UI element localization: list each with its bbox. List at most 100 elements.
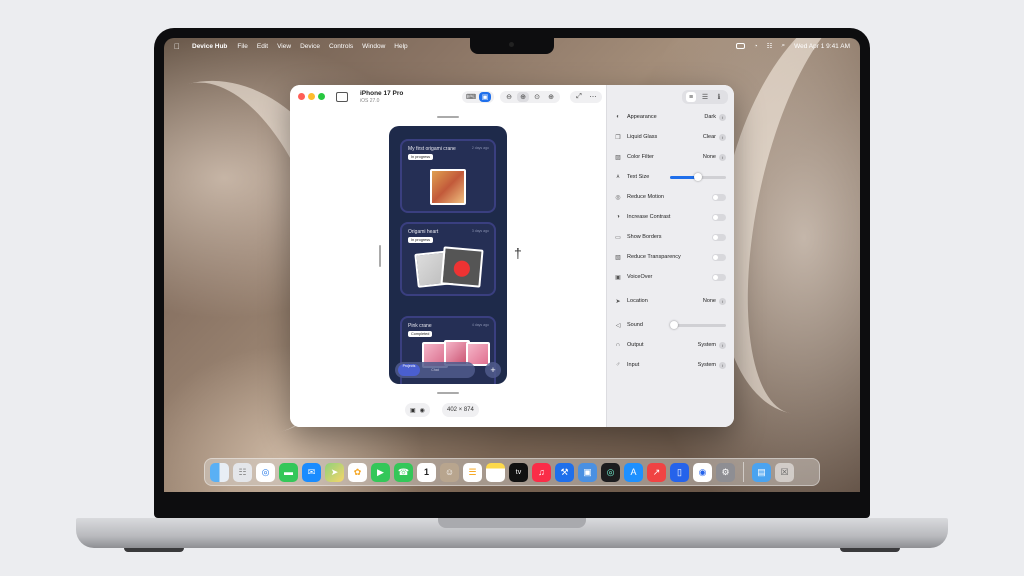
finder-icon[interactable] [210,462,229,482]
setting-input[interactable]: ♂ Input System ↕ [614,359,726,371]
stepper-icon[interactable]: ↕ [719,297,726,305]
trash-icon[interactable]: ☒ [775,462,794,482]
apple-menu-icon[interactable]:  [174,42,180,51]
screenshot-icon[interactable]: ▣ [410,407,416,414]
notes-icon[interactable] [486,462,505,482]
close-window-button[interactable] [298,93,305,100]
collapse-icon[interactable]: ⤢ [573,92,585,102]
menu-help[interactable]: Help [394,43,407,50]
launchpad-icon[interactable]: ☷ [233,462,252,482]
record-icon[interactable]: ◉ [420,407,425,414]
more-options-icon[interactable]: ⋯ [587,92,599,102]
battery-icon[interactable] [735,43,745,49]
stepper-icon[interactable]: ↕ [719,113,726,121]
zoom-actual-icon[interactable]: ⊙ [531,92,543,102]
reality-composer-icon[interactable]: ▯ [670,462,689,482]
laptop-foot [124,548,184,552]
menu-view[interactable]: View [277,43,291,50]
music-icon[interactable]: ♫ [532,462,551,482]
increase-contrast-toggle[interactable] [712,213,726,221]
project-date: 3 days ago [471,229,489,233]
menu-file[interactable]: File [237,43,247,50]
info-icon[interactable]: ℹ [714,92,724,102]
project-card[interactable]: My first origami crane 2 days ago In pro… [400,139,496,213]
setting-text-size[interactable]: ᴀ Text Size [614,171,726,183]
photos-icon[interactable]: ✿ [348,462,367,482]
settings-panel: ≡ ☰ ℹ ◐ Appearance Dark ↕ ❐ Liquid Glass … [606,85,734,427]
menu-device[interactable]: Device [300,43,320,50]
clock[interactable]: Wed Apr 1 9:41 AM [794,43,850,50]
maps-icon[interactable]: ➤ [325,462,344,482]
voiceover-toggle[interactable] [712,273,726,281]
terminal-icon[interactable]: ◎ [601,462,620,482]
reduce-transparency-toggle[interactable] [712,253,726,261]
tv-icon[interactable]: tv [509,462,528,482]
setting-reduce-transparency[interactable]: ▧ Reduce Transparency [614,251,726,263]
view-mode-group: ⌨ ▣ [462,91,494,103]
zoom-out-icon[interactable]: ⊖ [503,92,515,102]
safari-icon[interactable]: ◎ [256,462,275,482]
resize-handle-top[interactable] [437,116,459,118]
setting-liquid-glass[interactable]: ❐ Liquid Glass Clear ↕ [614,131,726,143]
tab-chat[interactable]: Chat [424,368,446,372]
add-project-button[interactable]: + [485,362,501,378]
setting-appearance[interactable]: ◐ Appearance Dark ↕ [614,111,726,123]
accessibility-inspector-icon[interactable]: ◉ [693,462,712,482]
setting-increase-contrast[interactable]: ◑ Increase Contrast [614,211,726,223]
setting-voiceover[interactable]: ▣ VoiceOver [614,271,726,283]
calendar-icon[interactable]: 1 [417,462,436,482]
facetime-icon[interactable]: ▶ [371,462,390,482]
menu-controls[interactable]: Controls [329,43,353,50]
stepper-icon[interactable]: ↕ [719,133,726,141]
reduce-motion-toggle[interactable] [712,193,726,201]
zoom-fit-icon[interactable]: ⊕ [517,92,529,102]
stepper-icon[interactable]: ↕ [719,361,726,369]
menu-window[interactable]: Window [362,43,385,50]
search-icon[interactable]: ⌕ [781,42,785,50]
contacts-icon[interactable]: ☺ [440,462,459,482]
resize-handle-bottom[interactable] [437,392,459,394]
downloads-folder-icon[interactable]: ▤ [752,462,771,482]
minimize-window-button[interactable] [308,93,315,100]
device-frame-icon[interactable]: ▣ [479,92,491,102]
document-icon[interactable]: ☰ [700,92,710,102]
desktop:  Device Hub File Edit View Device Contr… [164,38,860,492]
setting-location[interactable]: ➤ Location None ↕ [614,295,726,307]
settings-list-icon[interactable]: ≡ [686,92,696,102]
reminders-icon[interactable]: ☰ [463,462,482,482]
keyboard-icon[interactable]: ⌨ [465,92,477,102]
control-center-icon[interactable]: ☷ [767,42,773,50]
project-card[interactable]: Origami heart 3 days ago In progress [400,222,496,296]
phone-icon[interactable]: ☎ [394,462,413,482]
show-borders-toggle[interactable] [712,233,726,241]
voiceover-icon: ▣ [615,274,621,281]
zoom-window-button[interactable] [318,93,325,100]
app-store-icon[interactable]: A [624,462,643,482]
simulator-icon[interactable]: ▣ [578,462,597,482]
messages-icon[interactable]: ▬ [279,462,298,482]
text-size-slider[interactable] [670,172,726,181]
text-cursor-icon: † [514,245,522,261]
appearance-icon: ◐ [616,114,620,120]
setting-sound[interactable]: ◁ Sound [614,319,726,331]
wifi-icon[interactable]: ◔ [754,43,758,50]
rocketsim-icon[interactable]: ↗ [647,462,666,482]
sidebar-toggle-icon[interactable] [336,92,348,102]
menu-edit[interactable]: Edit [257,43,268,50]
system-settings-icon[interactable]: ⚙ [716,462,735,482]
setting-value: Dark [704,114,716,120]
stepper-icon[interactable]: ↕ [719,341,726,349]
device-screen[interactable]: My first origami crane 2 days ago In pro… [389,126,507,384]
resize-handle-left[interactable] [379,245,381,267]
setting-show-borders[interactable]: ▭ Show Borders [614,231,726,243]
sound-slider[interactable] [670,320,726,329]
xcode-instruments-icon[interactable]: ⚒ [555,462,574,482]
menu-app-name[interactable]: Device Hub [192,43,227,50]
stepper-icon[interactable]: ↕ [719,153,726,161]
setting-reduce-motion[interactable]: ◎ Reduce Motion [614,191,726,203]
setting-color-filter[interactable]: ▨ Color Filter None ↕ [614,151,726,163]
zoom-in-icon[interactable]: ⊕ [545,92,557,102]
tab-projects[interactable]: Projects [398,364,420,376]
mail-icon[interactable]: ✉ [302,462,321,482]
setting-output[interactable]: ∩ Output System ↕ [614,339,726,351]
